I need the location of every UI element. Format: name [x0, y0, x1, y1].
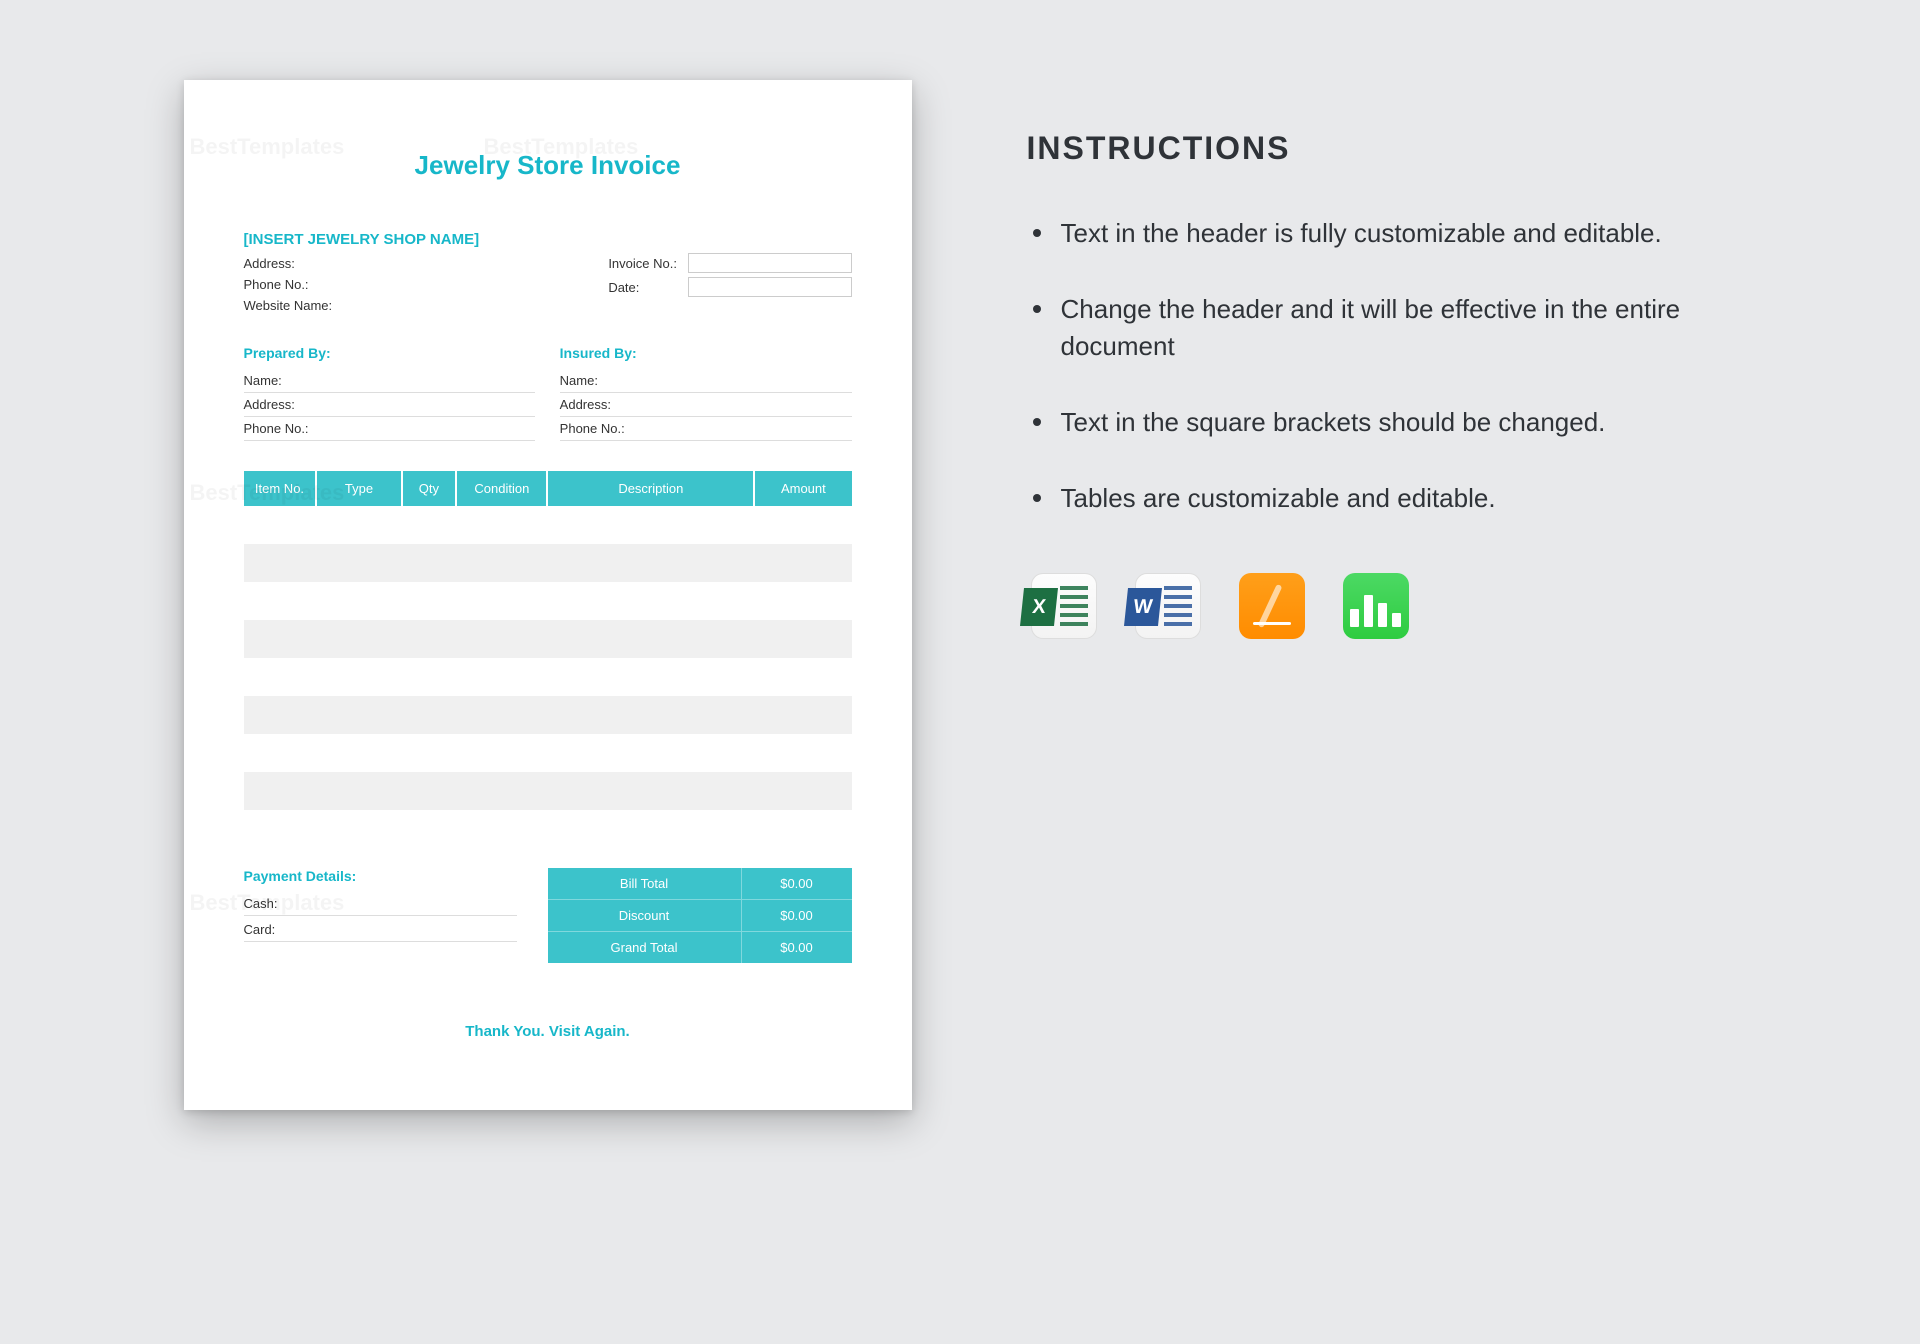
ins-name: Name:: [560, 369, 852, 393]
insured-by-header: Insured By:: [560, 345, 852, 361]
discount-value: $0.00: [742, 900, 852, 931]
instruction-item: Change the header and it will be effecti…: [1027, 291, 1737, 366]
table-row: [244, 658, 852, 696]
th-qty: Qty: [402, 471, 457, 506]
table-row: [244, 544, 852, 582]
prep-name: Name:: [244, 369, 536, 393]
instruction-item: Tables are customizable and editable.: [1027, 480, 1737, 518]
format-icons: X W: [1027, 573, 1737, 639]
ins-phone: Phone No.:: [560, 417, 852, 441]
thank-you: Thank You. Visit Again.: [244, 1023, 852, 1040]
header-block: [INSERT JEWELRY SHOP NAME] Address: Phon…: [244, 231, 852, 319]
table-row: [244, 772, 852, 810]
address-field: Address:: [244, 256, 578, 271]
table-row: [244, 810, 852, 848]
invoice-no-field: Invoice No.:: [608, 253, 851, 273]
website-field: Website Name:: [244, 298, 578, 313]
grand-total-value: $0.00: [742, 932, 852, 963]
prepared-by-header: Prepared By:: [244, 345, 536, 361]
th-item-no: Item No.: [244, 471, 317, 506]
grand-total-label: Grand Total: [548, 932, 742, 963]
bill-total-value: $0.00: [742, 868, 852, 899]
excel-icon: X: [1031, 573, 1097, 639]
discount-label: Discount: [548, 900, 742, 931]
date-field: Date:: [608, 277, 851, 297]
card-field: Card:: [244, 918, 518, 942]
pages-icon: [1239, 573, 1305, 639]
table-row: [244, 506, 852, 544]
shop-name: [INSERT JEWELRY SHOP NAME]: [244, 231, 578, 248]
invoice-page: BestTemplates BestTemplates BestTemplate…: [184, 80, 912, 1110]
prep-address: Address:: [244, 393, 536, 417]
instructions-heading: INSTRUCTIONS: [1027, 130, 1737, 167]
instruction-item: Text in the header is fully customizable…: [1027, 215, 1737, 253]
instruction-item: Text in the square brackets should be ch…: [1027, 404, 1737, 442]
bottom-area: Payment Details: Cash: Card: Bill Total …: [244, 868, 852, 963]
th-condition: Condition: [456, 471, 547, 506]
bill-total-label: Bill Total: [548, 868, 742, 899]
th-description: Description: [547, 471, 754, 506]
th-type: Type: [316, 471, 401, 506]
table-row: [244, 734, 852, 772]
table-row: [244, 620, 852, 658]
items-table: Item No. Type Qty Condition Description …: [244, 471, 852, 848]
th-amount: Amount: [754, 471, 851, 506]
parties-block: Prepared By: Name: Address: Phone No.: I…: [244, 319, 852, 441]
ins-address: Address:: [560, 393, 852, 417]
invoice-title: Jewelry Store Invoice: [244, 150, 852, 181]
totals-box: Bill Total $0.00 Discount $0.00 Grand To…: [548, 868, 852, 963]
table-row: [244, 696, 852, 734]
prep-phone: Phone No.:: [244, 417, 536, 441]
phone-field: Phone No.:: [244, 277, 578, 292]
instructions-panel: INSTRUCTIONS Text in the header is fully…: [1027, 80, 1737, 639]
payment-details-header: Payment Details:: [244, 868, 518, 884]
table-row: [244, 582, 852, 620]
numbers-icon: [1343, 573, 1409, 639]
cash-field: Cash:: [244, 892, 518, 916]
word-icon: W: [1135, 573, 1201, 639]
